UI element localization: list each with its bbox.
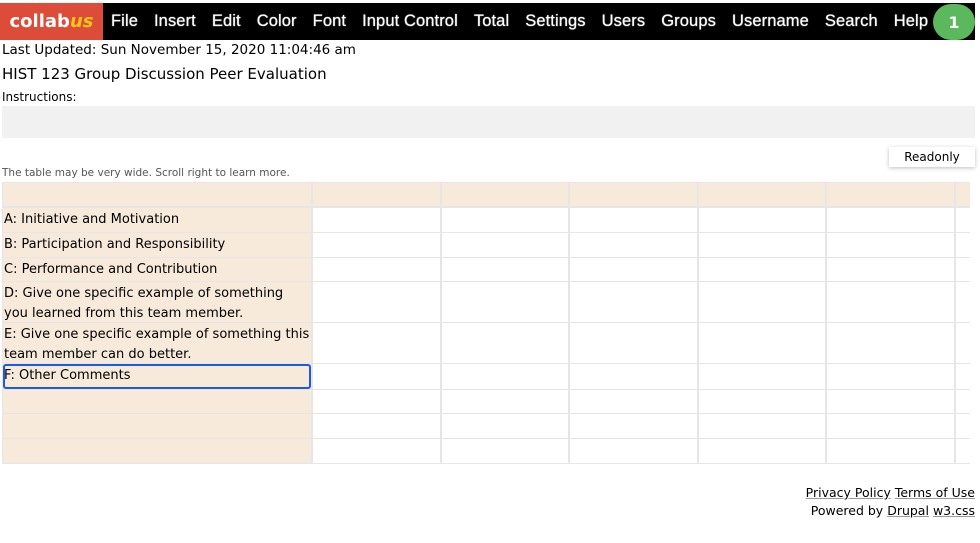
terms-link[interactable]: Terms of Use (895, 485, 975, 500)
table-cell[interactable] (313, 258, 440, 281)
row-label-cell[interactable]: F: Other Comments (3, 364, 311, 389)
menu-total[interactable]: Total (466, 12, 517, 31)
row-label-cell[interactable] (3, 390, 311, 413)
row-label-cell[interactable]: A: Initiative and Motivation (3, 208, 311, 232)
table-cell[interactable] (570, 233, 697, 257)
header-cell[interactable] (956, 183, 970, 206)
menu-font[interactable]: Font (305, 12, 354, 31)
menu-input-control[interactable]: Input Control (354, 12, 466, 31)
table-cell[interactable] (442, 439, 568, 463)
table-cell[interactable] (827, 390, 954, 413)
table-cell[interactable] (699, 323, 825, 363)
table-cell[interactable] (699, 282, 825, 322)
table-cell[interactable] (827, 364, 954, 389)
instructions-label: Instructions: (2, 90, 77, 104)
row-label-cell[interactable]: B: Participation and Responsibility (3, 233, 311, 257)
table-cell[interactable] (313, 439, 440, 463)
header-cell[interactable] (827, 183, 954, 206)
drupal-link[interactable]: Drupal (887, 503, 929, 518)
table-cell[interactable] (699, 258, 825, 281)
powered-by: Powered by Drupal w3.css (810, 503, 975, 518)
table-cell[interactable] (442, 323, 568, 363)
table-cell[interactable] (570, 208, 697, 232)
table-cell[interactable] (956, 208, 970, 232)
footer-links: Privacy Policy Terms of Use (806, 485, 975, 500)
header-cell[interactable] (442, 183, 568, 206)
privacy-policy-link[interactable]: Privacy Policy (806, 485, 891, 500)
table-cell[interactable] (570, 258, 697, 281)
table-cell[interactable] (827, 208, 954, 232)
row-label-cell[interactable]: E: Give one specific example of somethin… (3, 323, 311, 363)
w3css-link[interactable]: w3.css (933, 503, 975, 518)
collabus-logo[interactable]: collab us (0, 3, 103, 40)
menu-help[interactable]: Help (886, 12, 936, 31)
table-cell[interactable] (956, 439, 970, 463)
table-cell[interactable] (313, 364, 440, 389)
table-cell[interactable] (442, 258, 568, 281)
table-cell[interactable] (570, 414, 697, 438)
readonly-button[interactable]: Readonly (889, 147, 975, 167)
table-cell[interactable] (827, 414, 954, 438)
menu-search[interactable]: Search (817, 12, 886, 31)
table-cell[interactable] (313, 282, 440, 322)
table-cell[interactable] (956, 258, 970, 281)
table-cell[interactable] (699, 233, 825, 257)
header-cell[interactable] (699, 183, 825, 206)
instructions-box[interactable] (2, 106, 975, 138)
row-label-cell[interactable]: C: Performance and Contribution (3, 258, 311, 281)
table-cell[interactable] (699, 390, 825, 413)
table-cell[interactable] (956, 390, 970, 413)
table-cell[interactable] (570, 323, 697, 363)
table-cell[interactable] (313, 233, 440, 257)
table-cell[interactable] (570, 282, 697, 322)
menu-edit[interactable]: Edit (204, 12, 249, 31)
table-cell[interactable] (313, 390, 440, 413)
header-cell[interactable] (3, 183, 311, 206)
table-cell[interactable] (313, 323, 440, 363)
table-cell[interactable] (956, 233, 970, 257)
table-cell[interactable] (442, 282, 568, 322)
table-cell[interactable] (442, 414, 568, 438)
row-label-cell[interactable] (3, 414, 311, 438)
menu-insert[interactable]: Insert (146, 12, 204, 31)
header-cell[interactable] (313, 183, 440, 206)
menu-color[interactable]: Color (249, 12, 305, 31)
row-label-cell[interactable] (3, 439, 311, 463)
table-cell[interactable] (313, 208, 440, 232)
menu-users[interactable]: Users (594, 12, 654, 31)
table-cell[interactable] (956, 364, 970, 389)
table-cell[interactable] (956, 282, 970, 322)
table-cell[interactable] (442, 233, 568, 257)
table-cell[interactable] (956, 414, 970, 438)
table-cell[interactable] (827, 323, 954, 363)
table-cell[interactable] (442, 364, 568, 389)
menu-file[interactable]: File (103, 12, 146, 31)
table-cell[interactable] (699, 414, 825, 438)
table-cell[interactable] (827, 233, 954, 257)
user-count-badge[interactable]: 1 (933, 4, 975, 40)
table-cell[interactable] (442, 208, 568, 232)
menu-username[interactable]: Username (724, 12, 817, 31)
table-cell[interactable] (570, 364, 697, 389)
table-cell[interactable] (699, 439, 825, 463)
table-note: The table may be very wide. Scroll right… (2, 167, 290, 179)
table-cell[interactable] (956, 323, 970, 363)
last-updated: Last Updated: Sun November 15, 2020 11:0… (2, 42, 356, 58)
table-cell[interactable] (827, 282, 954, 322)
table-cell[interactable] (570, 390, 697, 413)
table-cell[interactable] (699, 364, 825, 389)
table-cell[interactable] (442, 390, 568, 413)
header-cell[interactable] (570, 183, 697, 206)
spreadsheet-table: A: Initiative and Motivation B: Participa… (2, 182, 970, 464)
top-menu-bar: collab us File Insert Edit Color Font Input Co… (0, 3, 975, 40)
table-cell[interactable] (827, 258, 954, 281)
menu-groups[interactable]: Groups (653, 12, 724, 31)
table-cell[interactable] (699, 208, 825, 232)
table-cell[interactable] (570, 439, 697, 463)
page-title: HIST 123 Group Discussion Peer Evaluatio… (2, 65, 327, 83)
table-cell[interactable] (827, 439, 954, 463)
row-label-cell[interactable]: D: Give one specific example of somethin… (3, 282, 311, 322)
menu-settings[interactable]: Settings (517, 12, 593, 31)
table-cell[interactable] (313, 414, 440, 438)
